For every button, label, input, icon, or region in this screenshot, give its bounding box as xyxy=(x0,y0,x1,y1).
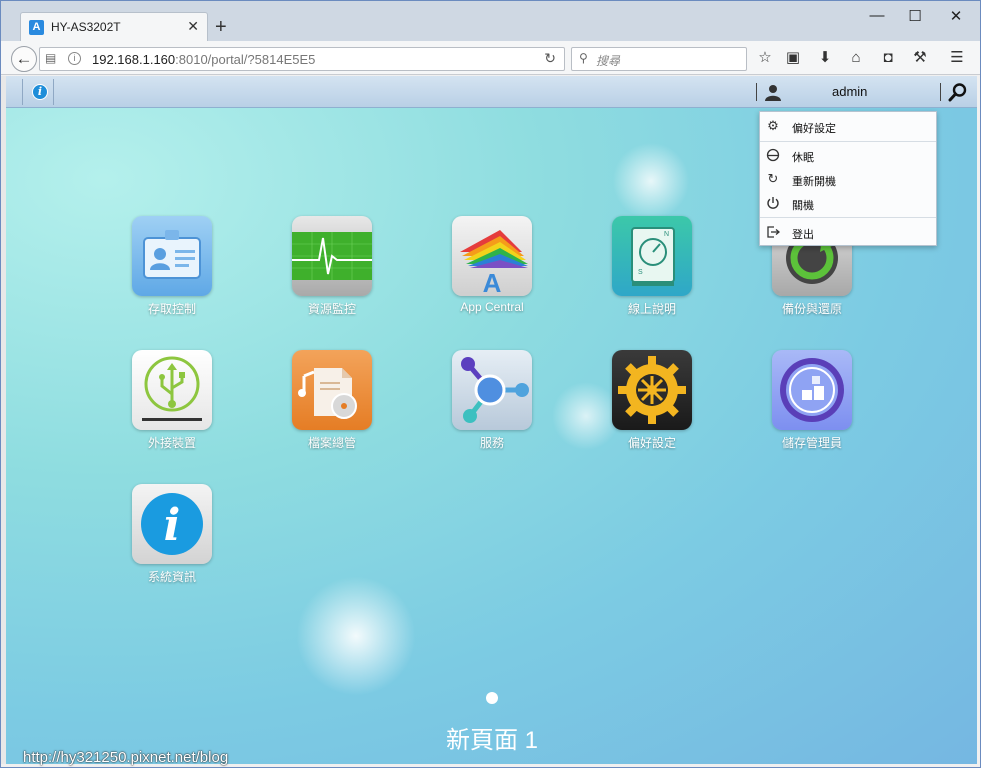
search-icon: ⚲ xyxy=(579,51,588,65)
asustor-logo-icon: A xyxy=(29,20,44,35)
menu-item-preferences[interactable]: ⚙ 偏好設定 xyxy=(760,116,936,138)
pocket-icon[interactable]: ◘ xyxy=(878,50,898,66)
url-host: 192.168.1.160 xyxy=(92,52,176,67)
app-label: 外接裝置 xyxy=(147,436,196,450)
file-explorer-icon xyxy=(292,350,372,430)
page-name: 新頁面 1 xyxy=(445,727,538,754)
maximize-icon[interactable]: ☐ xyxy=(905,7,925,25)
storage-manager-icon xyxy=(772,350,852,430)
minimize-icon[interactable]: — xyxy=(867,7,887,24)
search-icon[interactable] xyxy=(948,82,968,102)
menu-item-label: 偏好設定 xyxy=(792,123,836,135)
url-text[interactable]: 192.168.1.160:8010/portal/?5814E5E5 xyxy=(92,52,315,67)
app-activity-monitor[interactable]: 資源監控 xyxy=(277,216,387,336)
bookmark-star-icon[interactable]: ☆ xyxy=(755,50,775,66)
navigation-toolbar: ← ▤ i 192.168.1.160:8010/portal/?5814E5E… xyxy=(1,41,980,75)
external-devices-icon xyxy=(132,350,212,430)
background-glow xyxy=(606,136,696,226)
svg-text:A: A xyxy=(483,268,502,296)
menu-item-sleep[interactable]: 休眠 xyxy=(760,145,936,167)
svg-text:i: i xyxy=(164,500,181,551)
blog-watermark: http://hy321250.pixnet.net/blog xyxy=(23,749,229,766)
portal-page: i admin ⚙ 偏好設定 休眠 ↻ 重新開機 關機 登出 存取控制 資源監控… xyxy=(6,76,977,764)
app-label: App Central xyxy=(460,300,524,314)
tab-title: HY-AS3202T xyxy=(51,20,121,34)
reading-list-icon[interactable]: ▣ xyxy=(783,50,803,66)
close-window-icon[interactable]: ✕ xyxy=(946,7,966,25)
online-help-icon: NS xyxy=(612,216,692,296)
menu-item-logout[interactable]: 登出 xyxy=(760,222,936,244)
app-app-central[interactable]: A App Central xyxy=(437,216,547,336)
system-info-icon: i xyxy=(132,484,212,564)
app-label: 檔案總管 xyxy=(307,436,356,450)
gear-icon: ⚙ xyxy=(767,118,779,133)
app-label: 資源監控 xyxy=(307,302,356,316)
menu-item-label: 重新開機 xyxy=(792,176,836,188)
tab-bar: A HY-AS3202T ✕ + — ☐ ✕ xyxy=(1,1,980,42)
toolbar-separator xyxy=(756,83,757,101)
app-services[interactable]: 服務 xyxy=(437,350,547,470)
app-label: 線上說明 xyxy=(627,302,676,316)
app-storage-manager[interactable]: 儲存管理員 xyxy=(757,350,867,470)
menu-divider xyxy=(760,141,936,142)
menu-item-restart[interactable]: ↻ 重新開機 xyxy=(760,169,936,191)
menu-item-label: 登出 xyxy=(792,229,814,241)
svg-text:N: N xyxy=(664,231,669,238)
home-icon[interactable]: ⌂ xyxy=(846,50,866,66)
menu-item-label: 關機 xyxy=(792,200,814,212)
app-access-control[interactable]: 存取控制 xyxy=(117,216,227,336)
svg-text:S: S xyxy=(638,269,643,276)
browser-window: A HY-AS3202T ✕ + — ☐ ✕ ← ▤ i 192.168.1.1… xyxy=(0,0,981,768)
username[interactable]: admin xyxy=(832,84,867,99)
close-tab-icon[interactable]: ✕ xyxy=(187,18,199,35)
app-label: 備份與還原 xyxy=(781,302,842,316)
library-icon[interactable]: ▤ xyxy=(45,51,56,65)
info-button[interactable]: i xyxy=(22,79,54,105)
extension-icon[interactable]: ⚒ xyxy=(910,50,930,66)
portal-toolbar: i admin xyxy=(6,76,977,108)
new-tab-plus-icon[interactable]: + xyxy=(215,17,227,37)
restart-icon: ↻ xyxy=(767,171,779,186)
toolbar-separator xyxy=(940,83,941,101)
url-path: :8010/portal/?5814E5E5 xyxy=(175,52,316,67)
menu-hamburger-icon[interactable]: ☰ xyxy=(947,50,967,66)
page-indicator-dot[interactable] xyxy=(486,692,498,704)
app-label: 儲存管理員 xyxy=(781,436,842,450)
search-placeholder: 搜尋 xyxy=(596,54,621,68)
app-settings[interactable]: 偏好設定 xyxy=(597,350,707,470)
menu-divider xyxy=(760,217,936,218)
menu-item-label: 休眠 xyxy=(792,152,814,164)
back-arrow-icon[interactable]: ← xyxy=(11,46,37,72)
app-external-devices[interactable]: 外接裝置 xyxy=(117,350,227,470)
download-icon[interactable]: ⬇ xyxy=(815,50,835,66)
access-control-icon xyxy=(132,216,212,296)
activity-monitor-icon xyxy=(292,216,372,296)
sleep-icon xyxy=(766,148,780,162)
user-icon[interactable] xyxy=(764,83,782,101)
page-info-icon[interactable]: i xyxy=(68,52,81,65)
menu-item-shutdown[interactable]: 關機 xyxy=(760,193,936,215)
app-label: 存取控制 xyxy=(147,302,196,316)
app-online-help[interactable]: NS 線上說明 xyxy=(597,216,707,336)
services-icon xyxy=(452,350,532,430)
app-label: 服務 xyxy=(479,436,504,450)
url-bar[interactable]: ▤ i 192.168.1.160:8010/portal/?5814E5E5 … xyxy=(39,47,565,71)
user-menu-dropdown: ⚙ 偏好設定 休眠 ↻ 重新開機 關機 登出 xyxy=(759,111,937,246)
app-file-explorer[interactable]: 檔案總管 xyxy=(277,350,387,470)
background-glow xyxy=(286,566,426,706)
logout-icon xyxy=(767,226,780,238)
app-system-info[interactable]: i 系統資訊 xyxy=(117,484,227,604)
settings-gear-icon xyxy=(612,350,692,430)
info-icon: i xyxy=(32,84,48,100)
app-label: 偏好設定 xyxy=(627,436,676,450)
browser-search-box[interactable]: ⚲ 搜尋 xyxy=(571,47,747,71)
power-icon xyxy=(767,197,779,209)
browser-tab[interactable]: A HY-AS3202T ✕ xyxy=(20,12,208,42)
app-label: 系統資訊 xyxy=(147,570,196,584)
app-central-icon: A xyxy=(452,216,532,296)
reload-icon[interactable]: ↻ xyxy=(544,50,556,67)
